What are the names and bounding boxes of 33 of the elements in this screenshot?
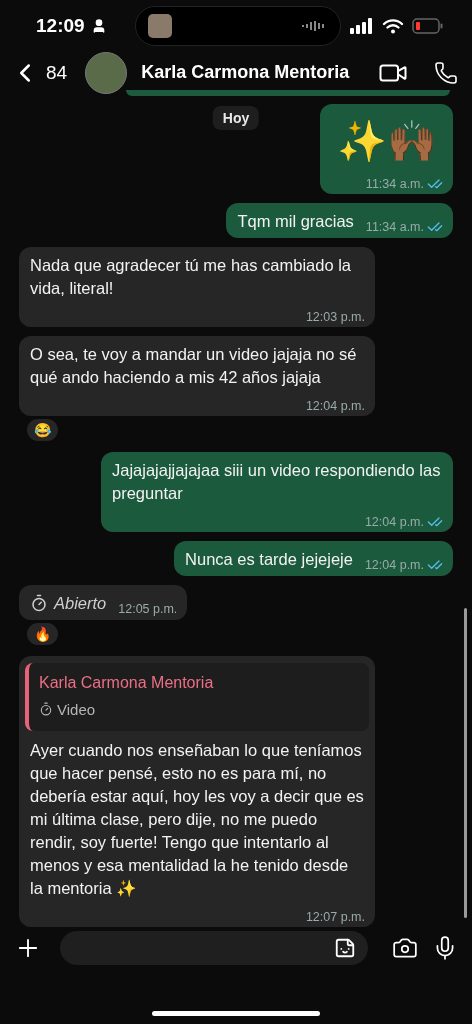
- message-time: 12:03 p.m.: [305, 308, 365, 326]
- sticker-icon[interactable]: [334, 937, 356, 960]
- message-time: 12:07 p.m.: [305, 908, 365, 926]
- message-text: O sea, te voy a mandar un video jajaja no sé qué ando haciendo a mis 42 años jajaja: [30, 343, 358, 388]
- status-time: 12:09: [36, 14, 85, 37]
- phone-icon[interactable]: [434, 60, 458, 85]
- message-time: 11:34 a.m.: [365, 175, 424, 193]
- battery-icon: [412, 17, 444, 34]
- message-time: 12:04 p.m.: [364, 556, 424, 574]
- view-once-status: Abierto: [54, 593, 107, 612]
- wifi-icon: [382, 17, 404, 34]
- quoted-text: Video: [57, 699, 96, 720]
- photo-placeholder: [147, 13, 172, 38]
- reaction: 😂: [25, 416, 60, 443]
- message-time: 12:05 p.m.: [118, 600, 178, 618]
- message-text: Jajajajajjajajaa siii un video respondiendo las preguntar: [112, 459, 442, 504]
- message-text: Tqm mil gracias: [237, 210, 354, 232]
- date-chip: Hoy: [212, 105, 260, 130]
- reaction: 🔥: [25, 620, 60, 647]
- quoted-author: Karla Carmona Mentoria: [39, 672, 215, 693]
- message-time: 12:04 p.m.: [305, 397, 365, 415]
- quoted-message[interactable]: Karla Carmona Mentoria Video: [25, 662, 369, 731]
- signal-icon: [350, 17, 374, 34]
- message-time: 11:34 a.m.: [365, 218, 424, 236]
- message-text: Nunca es tarde jejejeje: [185, 548, 353, 570]
- chat-title[interactable]: Karla Carmona Mentoria: [141, 62, 350, 84]
- emoji-text: ✨🙌🏾: [336, 117, 438, 165]
- message-time: 12:04 p.m.: [364, 513, 424, 531]
- message-text: Nada que agradecer tú me has cambiado la vida, literal!: [30, 254, 353, 299]
- avatar-photo[interactable]: [85, 51, 128, 94]
- message-input-field[interactable]: [60, 931, 368, 966]
- message-text: Ayer cuando nos enseñaban lo que teníamos que hacer pensé, esto no es para mí, no debería estar aquí, hoy les voy a decir que es mi última clase, pero dije, no me puedo rendir, soy fuerte! Tengo que intentarlo al menos y esa mentalidad la he tenido desde la mentoria ✨: [30, 739, 365, 899]
- unread-count[interactable]: 84: [46, 61, 68, 84]
